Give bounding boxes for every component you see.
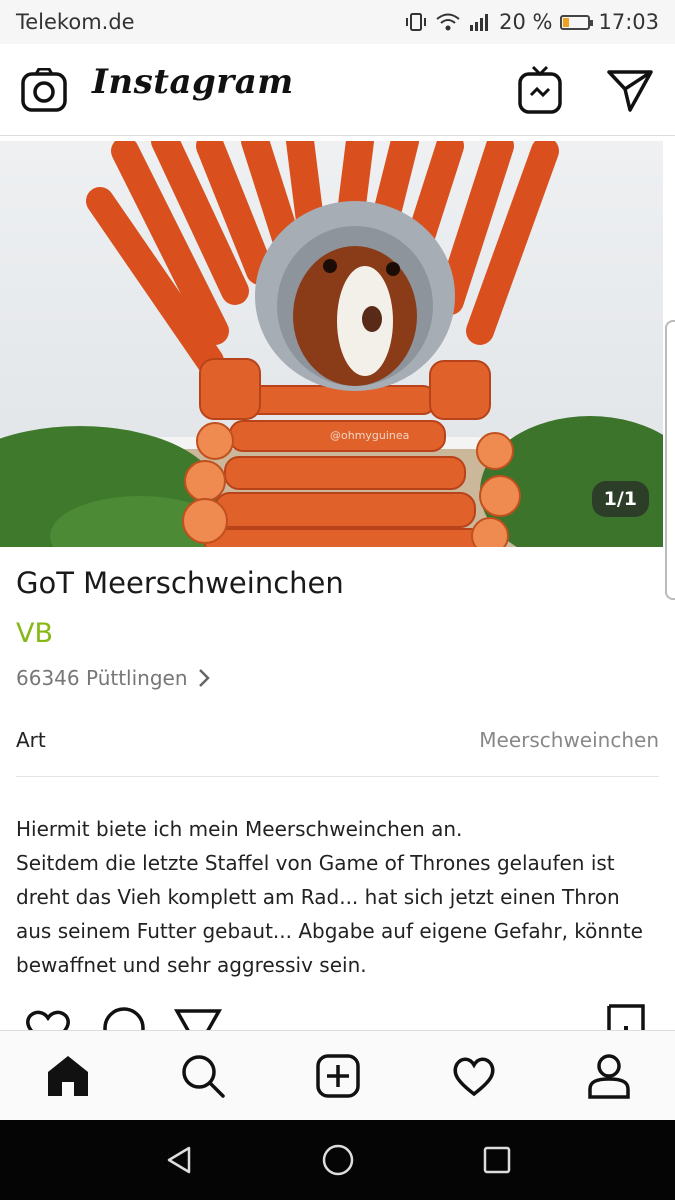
profile-icon[interactable] (587, 1053, 631, 1099)
carrier-name: Telekom.de (16, 10, 135, 34)
clock: 17:03 (598, 10, 659, 34)
signal-icon (470, 14, 489, 31)
chevron-right-icon (198, 669, 210, 687)
guinea-pig-throne-image: @ohmyguinea (0, 141, 663, 547)
attribute-label: Art (16, 728, 46, 752)
battery-percentage: 20 % (499, 10, 553, 34)
system-navigation-bar (0, 1120, 675, 1200)
comment-icon[interactable] (100, 1006, 148, 1030)
listing-price: VB (16, 618, 53, 649)
recent-apps-icon[interactable] (482, 1145, 512, 1175)
watermark: @ohmyguinea (330, 429, 409, 442)
instagram-header: Instagram (0, 44, 675, 136)
activity-heart-icon[interactable] (450, 1055, 498, 1097)
listing-title: GoT Meerschweinchen (16, 566, 344, 600)
home-icon[interactable] (45, 1054, 91, 1098)
instagram-logo: Instagram (92, 62, 294, 102)
attribute-row: Art Meerschweinchen (16, 728, 659, 777)
add-post-icon[interactable] (315, 1053, 361, 1099)
battery-level (563, 17, 569, 27)
location-text: 66346 Püttlingen (16, 666, 188, 690)
battery-icon (560, 14, 594, 30)
camera-icon[interactable] (20, 66, 68, 114)
listing-photo[interactable]: @ohmyguinea 1/1 (0, 141, 663, 547)
bookmark-icon[interactable] (606, 1004, 648, 1030)
like-icon[interactable] (22, 1008, 74, 1030)
listing-description: Hiermit biete ich mein Meerschweinchen a… (16, 817, 643, 977)
share-icon[interactable] (174, 1008, 222, 1030)
wifi-icon (436, 13, 460, 31)
scroll-indicator[interactable] (665, 320, 675, 600)
vibrate-icon (406, 13, 427, 31)
bottom-navigation (0, 1030, 675, 1121)
status-icons: 20 % 17:03 (405, 10, 659, 34)
back-icon[interactable] (163, 1144, 195, 1176)
attribute-value: Meerschweinchen (479, 728, 659, 752)
home-button-icon[interactable] (321, 1143, 355, 1177)
igtv-icon[interactable] (516, 64, 564, 116)
direct-message-icon[interactable] (604, 64, 656, 116)
status-bar: Telekom.de 20 % 17:03 (0, 0, 675, 44)
post-actions (0, 1000, 675, 1030)
listing-location[interactable]: 66346 Püttlingen (16, 666, 210, 690)
image-counter: 1/1 (591, 481, 649, 517)
search-icon[interactable] (180, 1053, 226, 1099)
